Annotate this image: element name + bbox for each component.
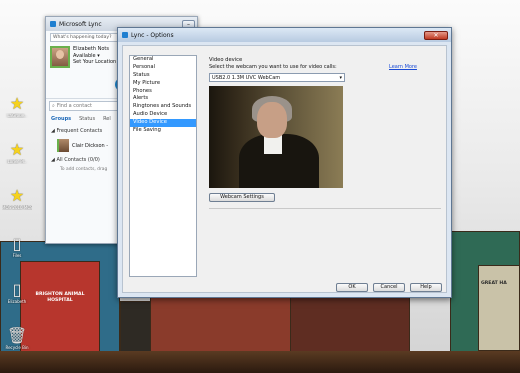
- folder-icon: ▯: [12, 234, 22, 253]
- nav-item-status[interactable]: Status: [130, 72, 196, 80]
- star-icon: ★: [9, 186, 25, 205]
- section-title: Video device: [209, 57, 243, 63]
- chevron-down-icon: ▾: [97, 52, 100, 59]
- options-titlebar[interactable]: Lync - Options ✕: [118, 28, 451, 42]
- options-nav-list: General Personal Status My Picture Phone…: [129, 55, 197, 277]
- star-icon: ★: [9, 94, 25, 113]
- contact-name: Clair Dickson -: [72, 142, 109, 149]
- options-title: Lync - Options: [131, 31, 174, 39]
- ok-button[interactable]: OK: [336, 283, 368, 292]
- webcam-dropdown[interactable]: USB2.0 1.3M UVC WebCam ▾: [209, 73, 345, 82]
- webcam-settings-button[interactable]: Webcam Settings: [209, 193, 275, 202]
- star-icon: ★: [9, 140, 25, 159]
- nav-item-video-device[interactable]: Video Device: [130, 119, 196, 128]
- nav-item-personal[interactable]: Personal: [130, 64, 196, 72]
- desktop-icon-recycle-bin[interactable]: 🗑 Recycle Bin: [2, 326, 32, 351]
- desktop-icon-2[interactable]: ★ Lorier Pl..: [2, 140, 32, 165]
- desktop-icon-3[interactable]: ★MOS 2010 MCSD: [2, 186, 32, 211]
- tab-groups[interactable]: Groups: [51, 116, 71, 122]
- divider: [209, 208, 441, 209]
- close-button[interactable]: ✕: [424, 30, 448, 40]
- lync-options-dialog: Lync - Options ✕ General Personal Status…: [117, 27, 452, 298]
- tab-relationships[interactable]: Rel: [103, 116, 111, 122]
- lync-app-icon: [50, 21, 56, 27]
- location-setting[interactable]: Set Your Location: [73, 59, 116, 66]
- recycle-bin-icon: 🗑: [6, 326, 28, 345]
- webcam-preview: [209, 86, 343, 188]
- desktop-icon-4[interactable]: ▯ Files: [2, 234, 32, 259]
- folder-icon: ▯: [12, 280, 22, 299]
- lync-app-icon: [122, 32, 128, 38]
- nav-item-phones[interactable]: Phones: [130, 88, 196, 96]
- tab-status[interactable]: Status: [79, 116, 95, 122]
- nav-item-file-saving[interactable]: File Saving: [130, 127, 196, 135]
- shop-sign: BRIGHTON ANIMAL HOSPITAL: [35, 292, 85, 303]
- nav-item-audio-device[interactable]: Audio Device: [130, 111, 196, 119]
- chevron-down-icon: ▾: [339, 74, 342, 81]
- nav-item-ringtones[interactable]: Ringtones and Sounds: [130, 103, 196, 111]
- options-body: General Personal Status My Picture Phone…: [122, 45, 447, 293]
- learn-more-link[interactable]: Learn More: [389, 64, 417, 70]
- desktop-icon-5[interactable]: ▯ Elizabeth: [2, 280, 32, 305]
- nav-item-alerts[interactable]: Alerts: [130, 95, 196, 103]
- search-icon: ⌕: [52, 103, 55, 109]
- contact-avatar: [57, 139, 69, 152]
- desktop-icon-1[interactable]: ★ LaGroue..: [2, 94, 32, 119]
- help-button[interactable]: Help: [410, 283, 442, 292]
- nav-item-general[interactable]: General: [130, 56, 196, 64]
- shop-sign: GREAT HA: [481, 281, 507, 286]
- lync-title: Microsoft Lync: [59, 20, 102, 28]
- nav-item-my-picture[interactable]: My Picture: [130, 80, 196, 88]
- webcam-select-label: Select the webcam you want to use for vi…: [209, 64, 337, 70]
- cancel-button[interactable]: Cancel: [373, 283, 405, 292]
- my-avatar[interactable]: [50, 46, 70, 68]
